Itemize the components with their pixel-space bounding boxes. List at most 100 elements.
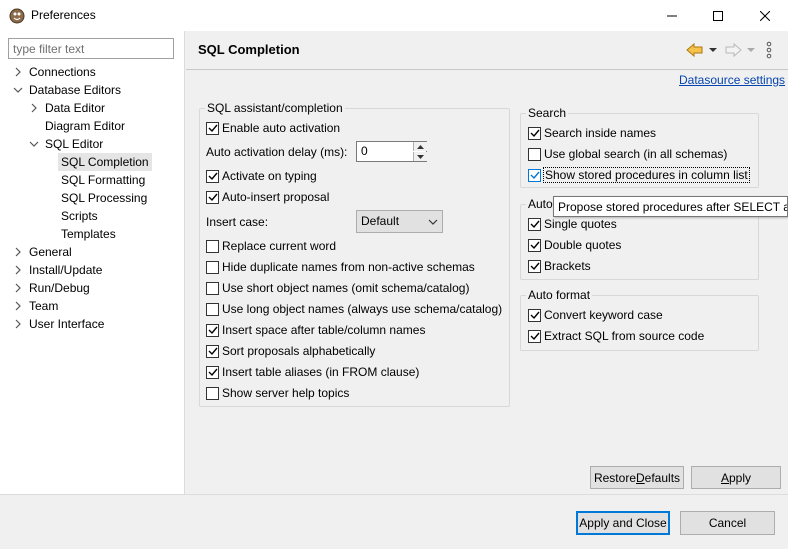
tree-item-label: Diagram Editor (45, 119, 126, 133)
insert-case-select[interactable]: Default (356, 210, 443, 233)
auto-activation-delay-spinner[interactable]: 0 (356, 141, 427, 162)
window-title: Preferences (31, 8, 96, 22)
hide-duplicate-names-checkbox[interactable]: Hide duplicate names from non-active sch… (206, 258, 475, 276)
tree-item-label: Team (29, 299, 59, 313)
datasource-settings-link[interactable]: Datasource settings (679, 73, 785, 87)
minimize-button[interactable] (649, 0, 695, 31)
tree-item-diagram-editor[interactable]: Diagram Editor (45, 117, 125, 135)
close-icon (760, 10, 770, 21)
checkmark-icon (208, 193, 218, 202)
assistant-group-title: SQL assistant/completion (205, 101, 345, 115)
show-stored-procedures-checkbox[interactable]: Show stored procedures in column list (528, 166, 750, 184)
tree-item-label: Scripts (61, 209, 98, 223)
short-object-names-checkbox[interactable]: Use short object names (omit schema/cata… (206, 279, 469, 297)
tree-item-label: SQL Editor (45, 137, 104, 151)
view-menu-button[interactable] (765, 41, 773, 59)
forward-button[interactable] (724, 42, 758, 58)
checkmark-icon (530, 262, 540, 271)
chevron-right-icon (15, 283, 21, 293)
long-object-names-checkbox[interactable]: Use long object names (always use schema… (206, 300, 502, 318)
back-button[interactable] (686, 42, 720, 58)
tree-item-label: Connections (29, 65, 96, 79)
caret-up-icon (417, 144, 424, 149)
tree-item-label: SQL Processing (61, 191, 148, 205)
server-help-topics-checkbox[interactable]: Show server help topics (206, 384, 349, 402)
more-vertical-icon (766, 41, 772, 59)
tree-item-sql-formatting[interactable]: SQL Formatting (61, 171, 145, 189)
checkmark-icon (208, 368, 218, 377)
app-icon (9, 8, 25, 24)
single-quotes-checkbox[interactable]: Single quotes (528, 215, 617, 233)
tree-item-label: SQL Formatting (61, 173, 146, 187)
chevron-right-icon (15, 265, 21, 275)
tree-item-scripts[interactable]: Scripts (61, 207, 98, 225)
minimize-icon (667, 15, 677, 16)
spinner-up-button[interactable] (413, 142, 427, 151)
chevron-right-icon (15, 319, 21, 329)
bottom-divider (0, 494, 788, 495)
search-group-title: Search (526, 106, 569, 120)
restore-defaults-button[interactable]: Restore Defaults (590, 466, 684, 489)
insert-case-value: Default (361, 214, 400, 228)
tree-item-sql-processing[interactable]: SQL Processing (61, 189, 147, 207)
delay-value: 0 (361, 144, 368, 158)
tree-item-label: SQL Completion (61, 155, 149, 169)
checkmark-icon (208, 172, 218, 181)
search-inside-names-checkbox[interactable]: Search inside names (528, 124, 656, 142)
chevron-right-icon (15, 247, 21, 257)
tree-item-templates[interactable]: Templates (61, 225, 116, 243)
auto-insert-proposal-checkbox[interactable]: Auto-insert proposal (206, 188, 329, 206)
tree-item-sql-completion[interactable]: SQL Completion (58, 153, 152, 171)
checkmark-icon (530, 220, 540, 229)
sort-alphabetically-checkbox[interactable]: Sort proposals alphabetically (206, 342, 375, 360)
brackets-checkbox[interactable]: Brackets (528, 257, 591, 275)
global-search-checkbox[interactable]: Use global search (in all schemas) (528, 145, 727, 163)
chevron-down-icon (13, 87, 23, 93)
maximize-icon (713, 10, 723, 21)
tree-item-label: User Interface (29, 317, 105, 331)
checkmark-icon (208, 124, 218, 133)
cancel-button[interactable]: Cancel (680, 511, 775, 535)
insert-case-label: Insert case: (206, 215, 269, 229)
delay-label: Auto activation delay (ms): (206, 145, 348, 159)
checkmark-icon (530, 241, 540, 250)
tooltip: Propose stored procedures after SELECT a… (553, 196, 788, 217)
checkmark-icon (530, 171, 540, 180)
checkmark-icon (530, 311, 540, 320)
tree-item-label: Templates (61, 227, 116, 241)
close-window-button[interactable] (742, 0, 788, 31)
page-title: SQL Completion (198, 42, 300, 57)
apply-button[interactable]: Apply (691, 466, 781, 489)
convert-keyword-case-checkbox[interactable]: Convert keyword case (528, 306, 663, 324)
insert-space-checkbox[interactable]: Insert space after table/column names (206, 321, 425, 339)
chevron-right-icon (31, 103, 37, 113)
extract-sql-checkbox[interactable]: Extract SQL from source code (528, 327, 704, 345)
checkmark-icon (208, 326, 218, 335)
auto-close-group-title: Auto (526, 197, 555, 211)
enable-auto-activation-checkbox[interactable]: Enable auto activation (206, 119, 340, 137)
tree-item-label: Data Editor (45, 101, 106, 115)
forward-arrow-icon (725, 42, 755, 58)
maximize-button[interactable] (695, 0, 741, 31)
replace-current-word-checkbox[interactable]: Replace current word (206, 237, 336, 255)
chevron-right-icon (15, 67, 21, 77)
checkmark-icon (208, 347, 218, 356)
double-quotes-checkbox[interactable]: Double quotes (528, 236, 621, 254)
insert-table-aliases-checkbox[interactable]: Insert table aliases (in FROM clause) (206, 363, 419, 381)
spinner-down-button[interactable] (413, 152, 427, 161)
header-divider (186, 69, 788, 70)
chevron-right-icon (15, 301, 21, 311)
activate-on-typing-checkbox[interactable]: Activate on typing (206, 167, 317, 185)
back-arrow-icon (686, 42, 717, 58)
chevron-down-icon (29, 141, 39, 147)
tree-item-label: General (29, 245, 72, 259)
caret-down-icon (417, 154, 424, 159)
tree-item-label: Database Editors (29, 83, 122, 97)
tree-item-label: Install/Update (29, 263, 103, 277)
checkmark-icon (530, 129, 540, 138)
filter-input[interactable] (8, 38, 174, 59)
apply-and-close-button[interactable]: Apply and Close (576, 511, 670, 535)
auto-format-group-title: Auto format (526, 288, 593, 302)
checkmark-icon (530, 332, 540, 341)
chevron-down-icon (428, 219, 438, 225)
